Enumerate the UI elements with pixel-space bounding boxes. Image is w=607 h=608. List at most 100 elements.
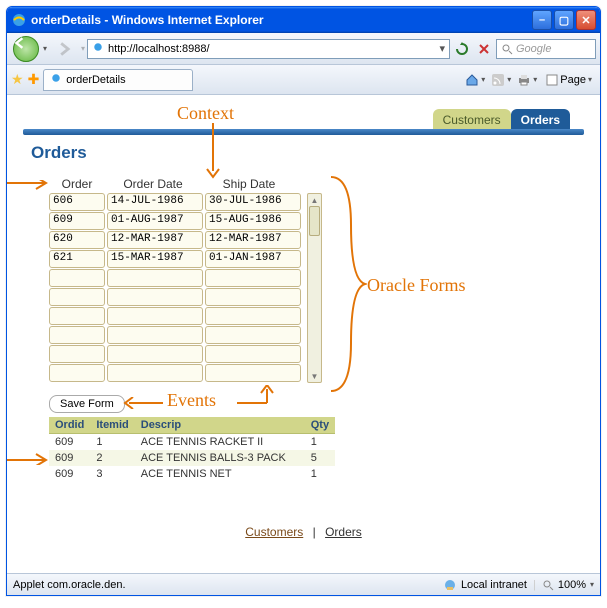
tab-orders[interactable]: Orders — [511, 109, 570, 131]
zoom-value: 100% — [558, 579, 586, 591]
grid-cell[interactable]: 621 — [49, 250, 105, 268]
tab-title: orderDetails — [66, 74, 125, 86]
address-dropdown-icon[interactable]: ▾ — [439, 42, 445, 55]
page-title: Orders — [31, 143, 87, 163]
ie-icon — [11, 12, 27, 28]
grid-cell[interactable] — [205, 326, 301, 344]
grid-cell[interactable]: 01-AUG-1987 — [107, 212, 203, 230]
grid-cell[interactable] — [49, 326, 105, 344]
close-button[interactable]: ✕ — [576, 10, 596, 30]
grid-cell[interactable] — [107, 364, 203, 382]
footer-links: Customers | Orders — [7, 525, 600, 539]
browser-tab[interactable]: orderDetails — [43, 69, 193, 91]
add-favorite-icon[interactable]: ✚ — [28, 71, 40, 88]
search-icon — [501, 43, 513, 55]
col-order: Order — [49, 177, 105, 191]
save-button[interactable]: Save Form — [49, 395, 125, 413]
annotation-context-top: Context — [177, 103, 234, 124]
grid-scrollbar[interactable]: ▲ ▼ — [307, 193, 322, 383]
bracket-left-icon — [7, 180, 49, 465]
scroll-down-icon[interactable]: ▼ — [308, 370, 321, 382]
details-table: Ordid Itemid Descrip Qty 6091ACE TENNIS … — [49, 417, 335, 482]
col-ordid: Ordid — [49, 417, 90, 434]
search-placeholder: Google — [516, 43, 551, 55]
grid-cell[interactable] — [107, 269, 203, 287]
detail-row: 6093ACE TENNIS NET1 — [49, 466, 335, 482]
grid-cell[interactable]: 14-JUL-1986 — [107, 193, 203, 211]
grid-cell[interactable]: 01-JAN-1987 — [205, 250, 301, 268]
grid-row: 60614-JUL-198630-JUL-1986 — [49, 193, 303, 212]
favorites-icon[interactable]: ★ — [11, 71, 24, 88]
minimize-button[interactable]: – — [532, 10, 552, 30]
grid-cell[interactable] — [205, 288, 301, 306]
grid-cell[interactable]: 620 — [49, 231, 105, 249]
status-bar: Applet com.oracle.den. Local intranet | … — [7, 573, 600, 595]
footer-customers-link[interactable]: Customers — [245, 525, 303, 539]
intranet-icon — [443, 578, 457, 592]
page-menu-button[interactable]: Page▾ — [542, 69, 596, 91]
zoom-icon — [542, 579, 554, 591]
back-history-dropdown[interactable]: ▾ — [43, 44, 47, 53]
print-button[interactable]: ▾ — [516, 69, 538, 91]
grid-cell[interactable]: 609 — [49, 212, 105, 230]
window-title: orderDetails - Windows Internet Explorer — [31, 13, 532, 27]
titlebar: orderDetails - Windows Internet Explorer… — [7, 7, 600, 33]
grid-cell[interactable]: 15-MAR-1987 — [107, 250, 203, 268]
zoom-control[interactable]: 100% ▾ — [542, 579, 594, 591]
maximize-button[interactable]: ▢ — [554, 10, 574, 30]
scroll-up-icon[interactable]: ▲ — [308, 194, 321, 206]
grid-cell[interactable] — [49, 345, 105, 363]
tab-customers[interactable]: Customers — [433, 109, 511, 131]
feeds-button[interactable]: ▾ — [490, 69, 512, 91]
tab-toolbar: ★ ✚ orderDetails ▾ ▾ ▾ Page▾ — [7, 65, 600, 95]
forward-history-dropdown: ▾ — [81, 44, 85, 53]
address-bar[interactable]: http://localhost:8988/ ▾ — [87, 39, 450, 59]
grid-cell[interactable] — [107, 326, 203, 344]
detail-cell: ACE TENNIS RACKET II — [135, 434, 305, 451]
grid-cell[interactable] — [107, 345, 203, 363]
grid-cell[interactable] — [205, 364, 301, 382]
detail-cell: 1 — [305, 434, 335, 451]
security-zone: Local intranet — [443, 578, 527, 592]
detail-row: 6092ACE TENNIS BALLS-3 PACK5 — [49, 450, 335, 466]
home-button[interactable]: ▾ — [464, 69, 486, 91]
grid-row: 62012-MAR-198712-MAR-1987 — [49, 231, 303, 250]
annotation-oracle-forms: Oracle Forms — [367, 275, 465, 296]
arrow-upright-icon — [237, 385, 277, 409]
refresh-button[interactable] — [452, 39, 472, 59]
grid-cell[interactable]: 15-AUG-1986 — [205, 212, 301, 230]
col-itemid: Itemid — [90, 417, 134, 434]
grid-cell[interactable] — [205, 307, 301, 325]
detail-cell: 1 — [305, 466, 335, 482]
page-menu-label: Page — [560, 74, 586, 86]
url-text: http://localhost:8988/ — [108, 43, 210, 55]
grid-cell[interactable] — [49, 307, 105, 325]
grid-cell[interactable]: 30-JUL-1986 — [205, 193, 301, 211]
search-box[interactable]: Google — [496, 39, 596, 59]
stop-button[interactable] — [474, 39, 494, 59]
grid-cell[interactable] — [49, 364, 105, 382]
grid-row — [49, 326, 303, 345]
grid-cell[interactable] — [205, 345, 301, 363]
detail-cell: 5 — [305, 450, 335, 466]
page-icon — [92, 41, 104, 56]
grid-cell[interactable]: 606 — [49, 193, 105, 211]
footer-orders-link[interactable]: Orders — [325, 525, 362, 539]
tab-page-icon — [50, 72, 62, 87]
grid-cell[interactable] — [205, 269, 301, 287]
grid-cell[interactable]: 12-MAR-1987 — [205, 231, 301, 249]
detail-cell: 609 — [49, 450, 90, 466]
grid-cell[interactable]: 12-MAR-1987 — [107, 231, 203, 249]
grid-row — [49, 307, 303, 326]
grid-row — [49, 288, 303, 307]
grid-cell[interactable] — [49, 269, 105, 287]
grid-row — [49, 364, 303, 383]
back-button[interactable] — [11, 36, 41, 62]
grid-cell[interactable] — [107, 288, 203, 306]
grid-cell[interactable] — [107, 307, 203, 325]
scroll-thumb[interactable] — [309, 206, 320, 236]
grid-cell[interactable] — [49, 288, 105, 306]
header-bar — [23, 129, 584, 135]
bracket-right-icon — [327, 175, 367, 393]
detail-cell: 2 — [90, 450, 134, 466]
